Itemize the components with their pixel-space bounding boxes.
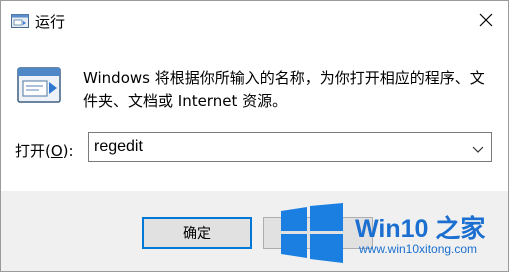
- watermark-url: www.win10xitong.com: [359, 242, 478, 256]
- open-combobox[interactable]: regedit: [88, 132, 492, 162]
- watermark: Win10 之家 www.win10xitong.com: [273, 193, 508, 271]
- window-title: 运行: [35, 13, 66, 31]
- run-app-icon: [11, 13, 29, 28]
- watermark-title: Win10 之家: [355, 215, 486, 243]
- run-dialog: 运行 Windows 将根据你所输入的名称，为你打开相应的程序、文件夹、文档或 …: [0, 0, 509, 272]
- open-label-suffix: ):: [62, 142, 74, 160]
- open-label: 打开(O):: [15, 140, 74, 161]
- open-label-hotkey: O: [50, 142, 63, 160]
- open-input[interactable]: regedit: [94, 138, 143, 156]
- windows-logo-icon: [279, 203, 345, 263]
- run-dialog-icon: [17, 67, 61, 105]
- title-bar[interactable]: 运行: [1, 1, 508, 41]
- close-button[interactable]: [472, 7, 500, 35]
- open-label-prefix: 打开(: [15, 142, 51, 160]
- ok-button[interactable]: 确定: [142, 217, 252, 249]
- close-icon: [479, 12, 493, 31]
- chevron-down-icon[interactable]: [471, 141, 485, 153]
- run-description: Windows 将根据你所输入的名称，为你打开相应的程序、文件夹、文档或 Int…: [83, 69, 485, 110]
